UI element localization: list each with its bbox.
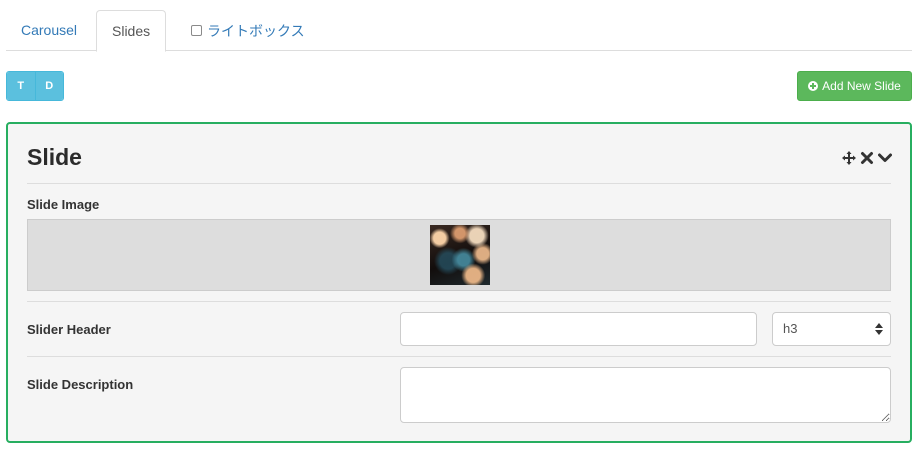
slider-header-input[interactable] — [400, 312, 757, 346]
slide-title: Slide — [27, 144, 82, 170]
slide-image-label: Slide Image — [27, 197, 100, 212]
title-description-toggle-group: T D — [6, 71, 64, 101]
header-level-value: h3 — [783, 321, 798, 336]
add-new-slide-button[interactable]: Add New Slide — [797, 71, 912, 101]
toggle-title-button[interactable]: T — [7, 72, 35, 100]
plus-circle-icon — [808, 81, 819, 91]
slide-description-label: Slide Description — [27, 377, 134, 392]
slide-image-thumbnail[interactable] — [430, 225, 490, 285]
slide-panel: Slide Slide Image Slider Header h3 Slide… — [6, 122, 912, 443]
tab-carousel[interactable]: Carousel — [6, 10, 92, 51]
add-new-slide-label: Add New Slide — [822, 79, 901, 93]
header-level-select[interactable]: h3 — [772, 312, 891, 346]
slide-editor-page: Carousel Slides ライトボックス T D Add New Slid… — [0, 0, 923, 451]
lightbox-checkbox[interactable] — [191, 25, 202, 36]
toggle-description-button[interactable]: D — [34, 72, 63, 100]
slide-image-dropzone[interactable] — [27, 219, 891, 291]
select-arrows-icon — [875, 323, 883, 335]
tab-lightbox[interactable]: ライトボックス — [176, 10, 320, 51]
slide-actions — [842, 151, 892, 165]
tab-slides[interactable]: Slides — [96, 10, 166, 52]
divider — [27, 356, 891, 357]
move-icon[interactable] — [842, 151, 856, 165]
divider — [27, 301, 891, 302]
divider — [27, 183, 891, 184]
slide-description-textarea[interactable] — [400, 367, 891, 423]
tab-bar: Carousel Slides ライトボックス — [6, 0, 912, 52]
chevron-down-icon[interactable] — [878, 151, 892, 165]
tab-carousel-label: Carousel — [21, 22, 78, 38]
close-icon[interactable] — [860, 151, 874, 165]
slider-header-label: Slider Header — [27, 322, 111, 337]
tab-slides-label: Slides — [112, 23, 151, 39]
tab-lightbox-label: ライトボックス — [207, 22, 305, 39]
